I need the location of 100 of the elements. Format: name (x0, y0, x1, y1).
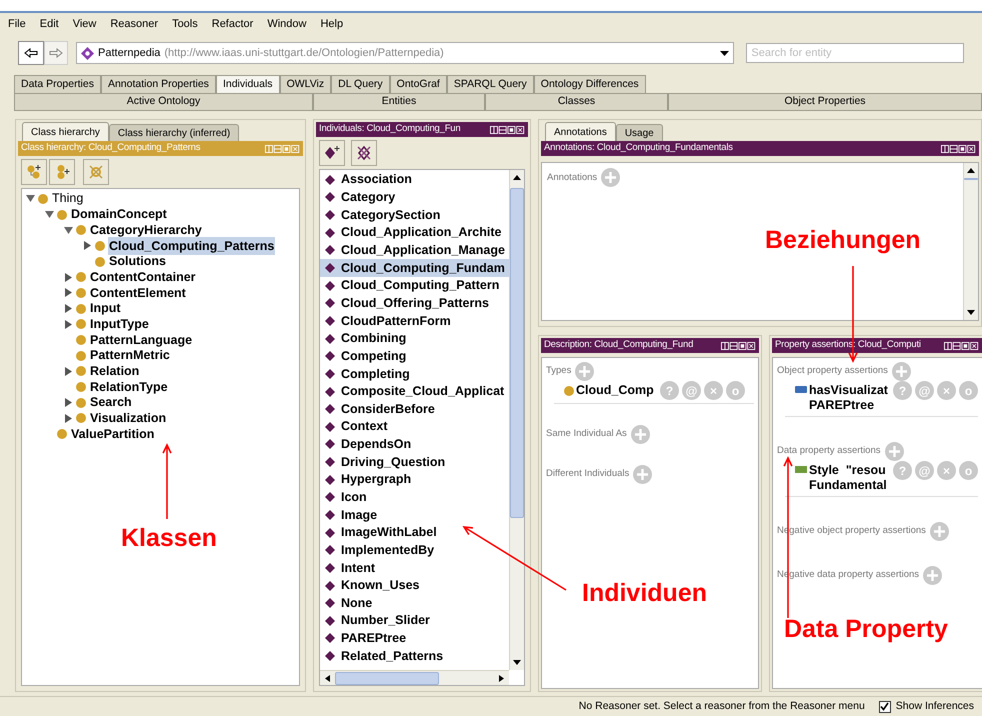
individual-item[interactable]: Cloud_Computing_Fundam (320, 259, 509, 277)
expanded-triangle-icon[interactable] (26, 194, 35, 204)
individual-item[interactable]: Cloud_Application_Archite (320, 224, 509, 242)
individual-item[interactable]: None (320, 594, 509, 612)
collapsed-triangle-icon[interactable] (64, 398, 73, 408)
callout-label: Individuen (582, 581, 707, 606)
tab[interactable]: Class hierarchy (22, 122, 109, 141)
panel-title: Class hierarchy: Cloud_Computing_Patterns (21, 141, 200, 156)
individual-item[interactable]: Context (320, 418, 509, 436)
add-individual-button[interactable] (319, 140, 345, 166)
horizontal-scrollbar[interactable] (320, 670, 509, 685)
menu-item[interactable]: Edit (40, 16, 59, 32)
individual-item[interactable]: Known_Uses (320, 576, 509, 594)
tab[interactable]: DL Query (331, 75, 390, 93)
menu-item[interactable]: Window (267, 16, 306, 32)
show-inferences-checkbox[interactable] (878, 700, 891, 712)
individual-item[interactable]: Related_Patterns (320, 647, 509, 665)
tab[interactable]: Class hierarchy (inferred) (108, 124, 240, 141)
individual-item[interactable]: Cloud_Application_Manage (320, 242, 509, 260)
diamond-icon (325, 280, 335, 291)
back-button[interactable] (18, 41, 44, 65)
collapsed-triangle-icon[interactable] (64, 414, 73, 423)
tab[interactable]: Annotation Properties (100, 75, 216, 93)
panel-controls-icon[interactable] (490, 126, 525, 134)
dropdown-caret-icon[interactable] (720, 50, 730, 56)
individual-item[interactable]: ImageWithLabel (320, 524, 509, 542)
menu-item[interactable]: Refactor (212, 16, 254, 32)
tab[interactable]: Usage (616, 124, 663, 141)
collapsed-triangle-icon[interactable] (64, 366, 73, 376)
individual-item[interactable]: Image (320, 506, 509, 524)
class-label[interactable]: Cloud_Computing_Patterns (108, 236, 276, 256)
circle-icon (38, 194, 48, 204)
collapsed-triangle-icon[interactable] (64, 288, 73, 298)
circle-icon (95, 256, 105, 267)
collapsed-triangle-icon[interactable] (83, 241, 92, 250)
view-tab[interactable]: Classes (485, 93, 668, 111)
tab[interactable]: Annotations (545, 122, 616, 141)
circle-icon (76, 366, 86, 376)
individual-item[interactable]: ConsiderBefore (320, 400, 509, 418)
individual-item[interactable]: Cloud_Computing_Pattern (320, 276, 509, 294)
ontology-selector[interactable]: Patternpedia (http://www.iaas.uni-stuttgart.de/Ontologien/Patternpedia) (76, 42, 734, 64)
tab[interactable]: SPARQL Query (446, 75, 534, 93)
view-tab[interactable]: Active Ontology (14, 93, 313, 111)
diamond-icon (325, 404, 335, 414)
circle-icon (76, 225, 86, 236)
callout-label: Data Property (784, 617, 948, 642)
circle-icon (76, 319, 86, 330)
individual-item[interactable]: Competing (320, 347, 509, 366)
diamond-icon (325, 334, 335, 344)
tab[interactable]: Ontology Differences (534, 75, 646, 93)
menu-item[interactable]: Help (320, 16, 344, 32)
diamond-icon (325, 439, 335, 450)
tab[interactable]: Individuals (216, 75, 280, 93)
vertical-scrollbar[interactable] (963, 163, 978, 320)
panel-controls-icon[interactable] (721, 342, 756, 350)
collapsed-triangle-icon[interactable] (64, 272, 73, 282)
menu-item[interactable]: File (8, 16, 26, 32)
tab[interactable]: Data Properties (14, 75, 101, 93)
delete-individual-button[interactable] (351, 140, 377, 166)
diamond-icon (325, 510, 335, 520)
scroll-up-icon[interactable] (967, 168, 975, 173)
individual-item[interactable]: Association (320, 171, 509, 189)
menu-item[interactable]: Reasoner (110, 16, 158, 32)
search-field[interactable]: Search for entity (746, 43, 964, 63)
individual-item[interactable]: Composite_Cloud_Applicat (320, 382, 509, 400)
individual-item[interactable]: Driving_Question (320, 453, 509, 471)
individual-item[interactable]: Category (320, 188, 509, 206)
individual-item[interactable]: Number_Slider (320, 612, 509, 630)
collapsed-triangle-icon[interactable] (64, 304, 73, 314)
menu-item[interactable]: Tools (172, 16, 198, 32)
individual-item[interactable]: ImplementedBy (320, 541, 509, 560)
panel-controls-icon[interactable] (944, 342, 979, 350)
delete-icon (356, 145, 372, 161)
tab[interactable]: OntoGraf (390, 75, 447, 93)
scroll-down-icon[interactable] (967, 310, 975, 315)
view-tab[interactable]: Entities (313, 93, 485, 111)
collapsed-triangle-icon[interactable] (64, 320, 73, 329)
vertical-scrollbar[interactable] (509, 170, 524, 670)
individual-item[interactable]: Completing (320, 365, 509, 383)
individual-item[interactable]: CategorySection (320, 206, 509, 224)
menu-item[interactable]: View (72, 16, 96, 32)
panel-controls-icon[interactable] (941, 144, 976, 152)
individual-item[interactable]: Cloud_Offering_Patterns (320, 294, 509, 312)
add-subclass-button[interactable] (21, 159, 47, 185)
view-tab[interactable]: Object Properties (668, 93, 982, 111)
scroll-down-icon[interactable] (513, 660, 521, 665)
expanded-triangle-icon[interactable] (64, 226, 73, 235)
scroll-up-icon[interactable] (513, 175, 521, 180)
diamond-icon (325, 598, 335, 608)
expanded-triangle-icon[interactable] (45, 210, 54, 220)
tab[interactable]: OWLViz (280, 75, 332, 93)
individual-item[interactable]: Hypergraph (320, 470, 509, 489)
diamond-icon (325, 192, 335, 202)
individual-item[interactable]: CloudPatternForm (320, 312, 509, 330)
individual-item[interactable]: PAREPtree (320, 630, 509, 648)
individual-item[interactable]: Combining (320, 330, 509, 348)
individual-item[interactable]: Intent (320, 559, 509, 577)
node-plus-icon (26, 164, 42, 180)
individual-item[interactable]: Icon (320, 488, 509, 506)
individual-item[interactable]: DependsOn (320, 436, 509, 454)
